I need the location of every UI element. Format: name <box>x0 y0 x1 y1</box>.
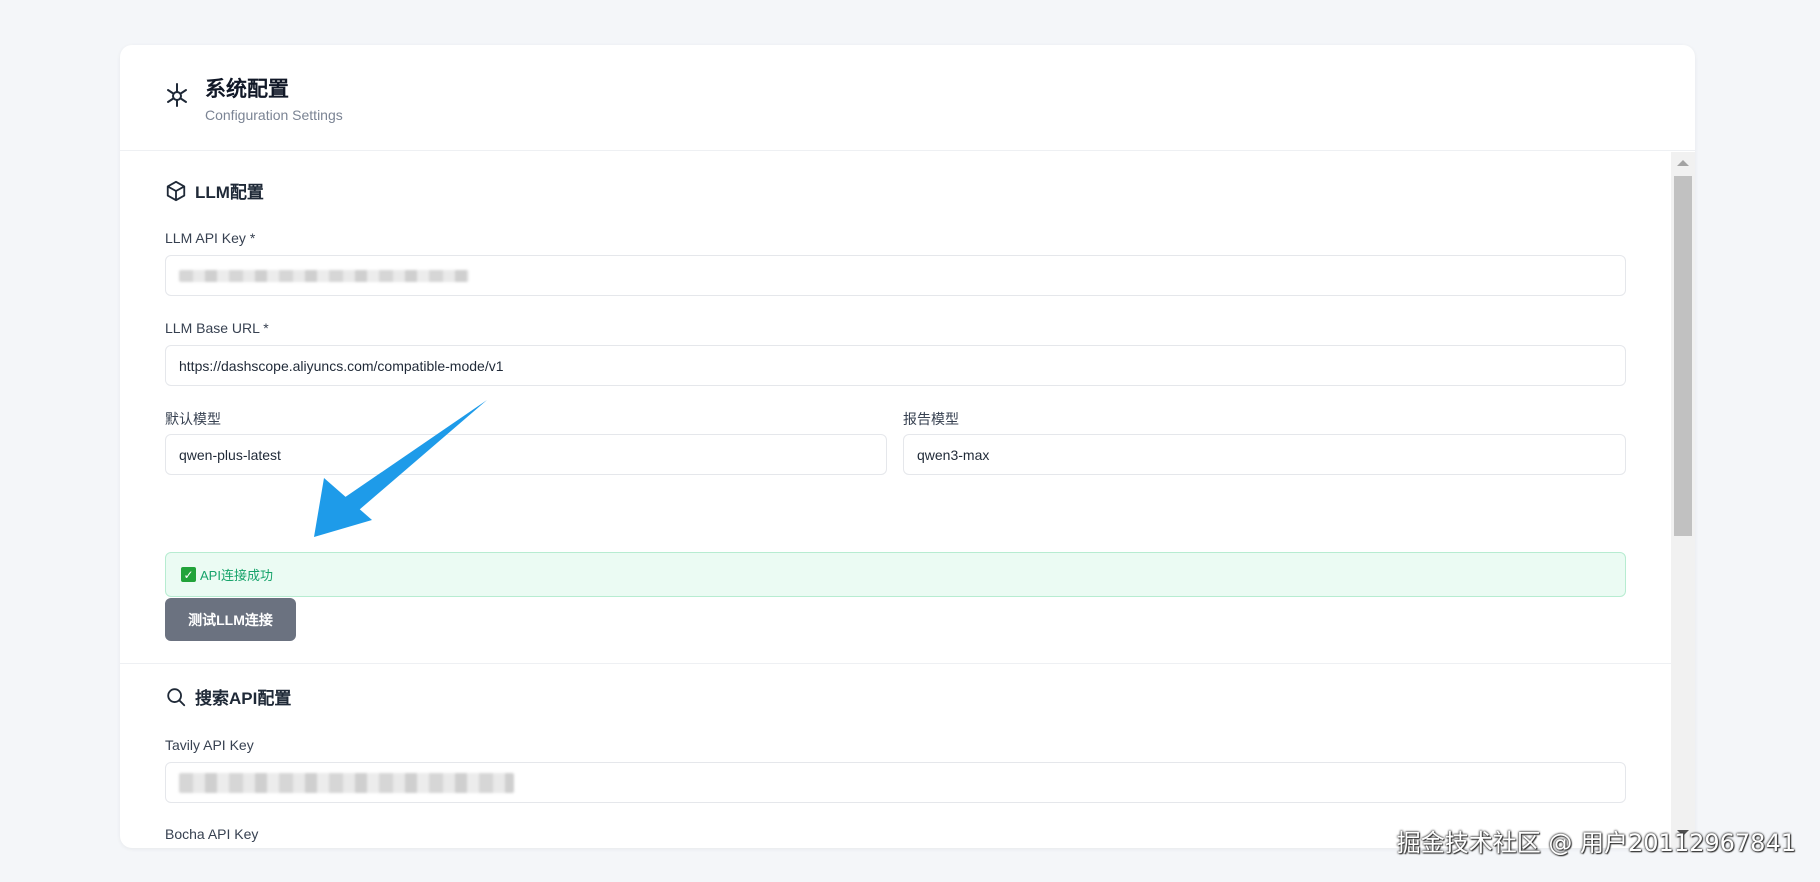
status-text: API连接成功 <box>200 568 273 583</box>
settings-scroll-area[interactable]: LLM配置 LLM API Key * LLM Base URL * https… <box>120 152 1695 848</box>
masked-value <box>179 772 514 793</box>
report-model-input[interactable]: qwen3-max <box>903 434 1626 475</box>
llm-api-key-input[interactable] <box>165 255 1626 296</box>
cube-icon <box>166 180 186 201</box>
report-model-label: 报告模型 <box>903 411 959 427</box>
tavily-api-key-input[interactable] <box>165 762 1626 803</box>
status-banner: ✓ API连接成功 <box>165 552 1626 597</box>
llm-section-title: LLM配置 <box>165 178 264 203</box>
scrollbar-thumb[interactable] <box>1674 176 1692 536</box>
test-llm-button[interactable]: 测试LLM连接 <box>165 598 296 641</box>
llm-base-url-input[interactable]: https://dashscope.aliyuncs.com/compatibl… <box>165 345 1626 386</box>
page-title: 系统配置 <box>205 78 289 101</box>
check-icon: ✓ <box>181 567 196 582</box>
search-section: 搜索API配置 Tavily API Key Bocha API Key <box>120 664 1671 848</box>
llm-section-label: LLM配置 <box>195 183 264 202</box>
llm-section: LLM配置 LLM API Key * LLM Base URL * https… <box>120 152 1671 641</box>
scroll-up-arrow-icon[interactable] <box>1677 160 1689 166</box>
default-model-label: 默认模型 <box>165 411 221 427</box>
config-card: 系统配置 Configuration Settings LLM配置 LLM AP… <box>120 45 1695 848</box>
vertical-scrollbar[interactable] <box>1671 152 1695 848</box>
sparkle-gear-icon <box>167 83 187 107</box>
search-section-title: 搜索API配置 <box>165 684 291 709</box>
llm-api-key-label: LLM API Key * <box>165 230 256 246</box>
masked-value <box>179 269 469 282</box>
bocha-api-key-label: Bocha API Key <box>165 826 259 842</box>
default-model-input[interactable]: qwen-plus-latest <box>165 434 887 475</box>
watermark: 掘金技术社区 @ 用户20112967841 <box>1396 829 1796 857</box>
llm-base-url-label: LLM Base URL * <box>165 320 269 336</box>
card-header: 系统配置 Configuration Settings <box>120 45 1695 151</box>
search-icon <box>167 687 186 706</box>
page-subtitle: Configuration Settings <box>205 107 343 123</box>
search-section-label: 搜索API配置 <box>195 689 292 708</box>
tavily-api-key-label: Tavily API Key <box>165 737 254 753</box>
